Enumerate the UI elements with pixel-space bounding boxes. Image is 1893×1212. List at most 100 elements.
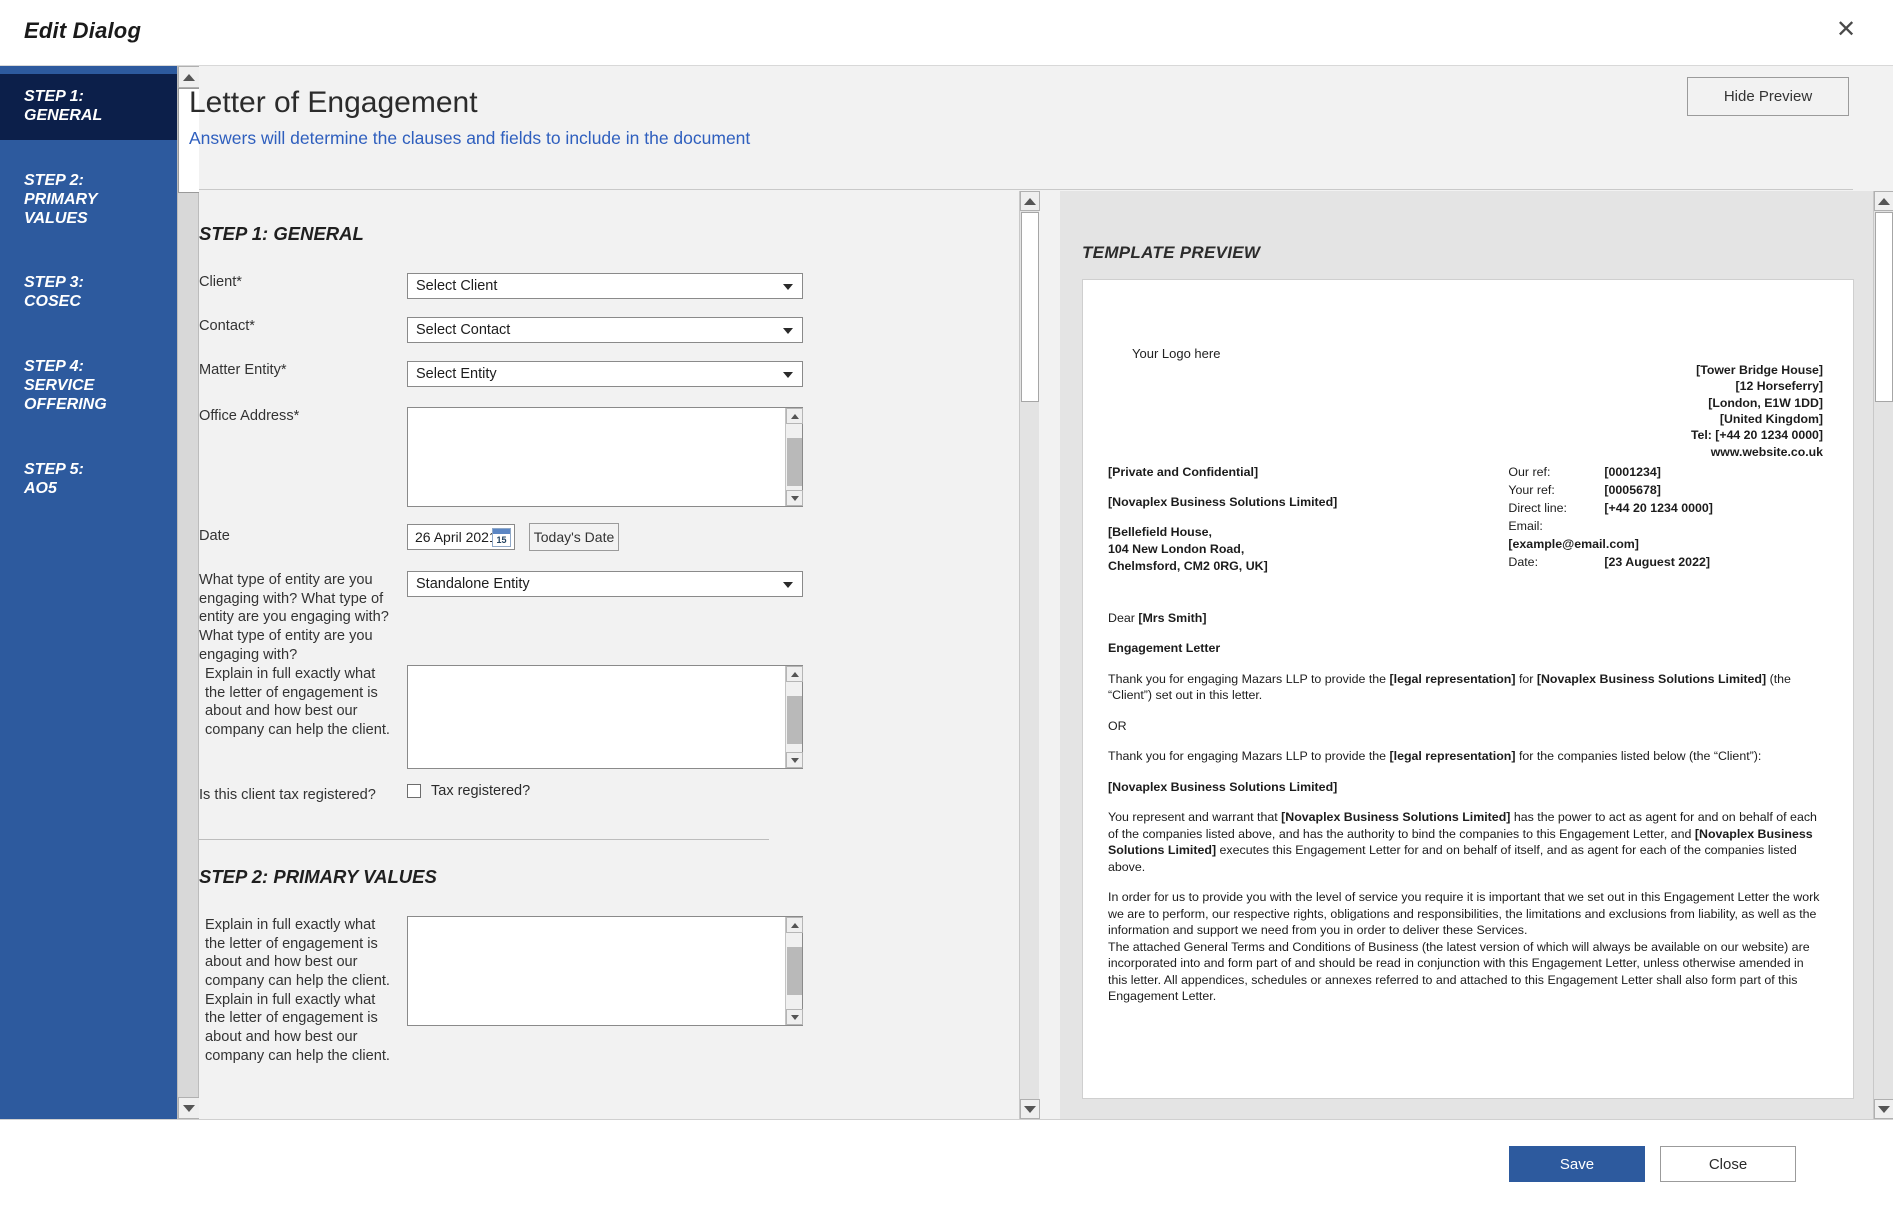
explain-value[interactable] [408,666,802,760]
control-office-address [407,407,999,507]
control-step2-explain [407,916,999,1026]
tax-registered-checkbox[interactable] [407,784,421,798]
para1-a: Thank you for engaging Mazars LLP to pro… [1108,671,1390,686]
scroll-up-icon[interactable] [786,408,803,424]
para3-b: [Novaplex Business Solutions Limited] [1281,810,1511,825]
todays-date-button[interactable]: Today's Date [529,523,619,551]
entity-type-select[interactable]: Standalone Entity [407,571,803,597]
scroll-down-icon[interactable] [178,1097,200,1119]
matter-entity-select-wrapper[interactable]: Select Entity [407,361,803,387]
field-row-date: Date 26 April 2021 15 Today's Date [199,523,999,551]
document-header: Letter of Engagement Answers will determ… [189,66,1893,190]
step2-explain-textarea[interactable] [407,916,803,1026]
sidebar-item-step-5-ao5[interactable]: STEP 5: AO5 [0,447,177,513]
office-address-value[interactable] [408,408,802,498]
para3-a: You represent and warrant that [1108,810,1282,825]
field-row-contact: Contact* Select Contact [199,317,999,343]
label-entity-type: What type of entity are you engaging wit… [199,572,389,663]
form-scrollbar-thumb[interactable] [1021,212,1039,402]
window-title: Edit Dialog [24,18,142,43]
control-client: Select Client [407,273,999,299]
form-pane-scrollbar[interactable] [1019,191,1040,1119]
letterhead-address: [Tower Bridge House] [12 Horseferry] [Lo… [1691,362,1823,460]
letterhead-line: [12 Horseferry] [1735,379,1823,394]
scrollbar-thumb[interactable] [787,696,802,744]
date-input[interactable]: 26 April 2021 15 [407,524,515,550]
label-contact: Contact* [199,318,255,334]
scroll-up-icon[interactable] [1874,191,1893,211]
scroll-down-icon[interactable] [786,752,803,768]
contact-select[interactable]: Select Contact [407,317,803,343]
calendar-icon-day: 15 [496,535,507,545]
sidebar-item-step-4-service-offering[interactable]: STEP 4: SERVICE OFFERING [0,344,177,429]
dialog-scrollbar[interactable] [177,66,200,1119]
letterhead-line: [Tower Bridge House] [1696,363,1823,377]
calendar-icon[interactable]: 15 [492,528,511,547]
preview-document-body: Your Logo here [Tower Bridge House] [12 … [1083,280,1853,1005]
salutation-prefix: Dear [1108,610,1139,625]
contact-select-wrapper[interactable]: Select Contact [407,317,803,343]
control-tax-registered: Tax registered? [407,783,999,799]
sidebar-item-step-1-general[interactable]: STEP 1: GENERAL [0,74,177,140]
pane-gap [1040,191,1060,1119]
explain-scrollbar[interactable] [785,666,803,768]
section-heading-step-2: STEP 2: PRIMARY VALUES [199,866,437,887]
office-address-textarea[interactable] [407,407,803,507]
recipient-company: [Novaplex Business Solutions Limited] [1108,495,1338,510]
scroll-down-icon[interactable] [786,1009,803,1025]
field-row-client: Client* Select Client [199,273,999,299]
ref-value: [0005678] [1604,482,1661,497]
form-pane: STEP 1: GENERAL Client* Select Client Co… [199,191,1019,1119]
scroll-up-icon[interactable] [786,666,803,682]
recipient-address: [Bellefield House, 104 New London Road, … [1108,524,1508,575]
scroll-up-icon[interactable] [178,66,200,88]
scroll-down-icon[interactable] [786,490,803,506]
field-row-matter-entity: Matter Entity* Select Entity [199,361,999,387]
close-button[interactable]: Close [1660,1146,1796,1182]
step2-explain-value[interactable] [408,917,802,1017]
save-button[interactable]: Save [1509,1146,1645,1182]
ref-value: [23 Auguest 2022] [1604,554,1710,569]
salutation: Dear [Mrs Smith] [1108,610,1823,627]
reference-block: Our ref: [0001234] Your ref: [0005678] D… [1508,464,1823,576]
edit-dialog-window: Edit Dialog ✕ STEP 1: GENERAL STEP 2: PR… [0,0,1893,1212]
scroll-down-icon[interactable] [1874,1099,1893,1119]
field-row-explain: Explain in full exactly what the letter … [199,665,999,769]
para1-d: [Novaplex Business Solutions Limited] [1536,671,1767,686]
main-content: Letter of Engagement Answers will determ… [189,66,1893,1119]
sidebar-item-step-2-primary-values[interactable]: STEP 2: PRIMARY VALUES [0,158,177,243]
date-value: 26 April 2021 [415,529,497,545]
label-date: Date [199,528,230,544]
field-row-entity-type: What type of entity are you engaging wit… [199,571,999,663]
sidebar-item-step-3-cosec[interactable]: STEP 3: COSEC [0,260,177,326]
preview-scrollbar-thumb[interactable] [1875,212,1893,402]
scroll-up-icon[interactable] [786,917,803,933]
close-icon[interactable]: ✕ [1829,14,1863,48]
letterhead-line: www.website.co.uk [1710,444,1823,459]
ref-row: Email: [1508,518,1823,536]
recipient-and-refs: [Private and Confidential] [Novaplex Bus… [1108,464,1823,576]
dialog-footer: Save Close [0,1119,1893,1212]
client-select[interactable]: Select Client [407,273,803,299]
preview-pane-scrollbar[interactable] [1873,191,1893,1119]
or-separator: OR [1108,718,1127,733]
title-bar: Edit Dialog ✕ [0,0,1893,66]
scrollbar-thumb[interactable] [787,438,802,486]
client-select-wrapper[interactable]: Select Client [407,273,803,299]
label-client: Client* [199,274,242,290]
entity-type-select-wrapper[interactable]: Standalone Entity [407,571,803,597]
label-tax-registered: Is this client tax registered? [199,787,376,803]
scroll-down-icon[interactable] [1020,1099,1040,1119]
step2-explain-scrollbar[interactable] [785,917,803,1025]
scrollbar-thumb[interactable] [787,947,802,995]
hide-preview-button[interactable]: Hide Preview [1687,77,1849,116]
letter-paragraph-4: In order for us to provide you with the … [1108,890,1820,938]
label-explain: Explain in full exactly what the letter … [205,666,390,739]
matter-entity-select[interactable]: Select Entity [407,361,803,387]
explain-textarea[interactable] [407,665,803,769]
page-title: Letter of Engagement [189,86,478,119]
scroll-up-icon[interactable] [1020,191,1040,211]
office-address-scrollbar[interactable] [785,408,803,506]
